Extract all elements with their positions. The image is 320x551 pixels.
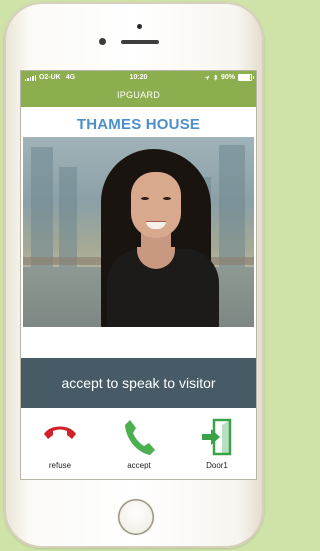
phone-frame: O2-UK 4G 10:20 90% IPGUARD THAMES HOUSE [4, 2, 264, 548]
home-button[interactable] [118, 499, 154, 535]
visitor-video-feed [23, 137, 254, 327]
call-status-banner: accept to speak to visitor [21, 358, 256, 408]
app-title: IPGUARD [116, 90, 161, 100]
battery-icon [238, 74, 254, 81]
location-arrow-icon [204, 75, 210, 80]
location-name: THAMES HOUSE [76, 116, 201, 133]
app-header: O2-UK 4G 10:20 90% IPGUARD [21, 71, 256, 107]
phone-icon [125, 420, 155, 455]
earpiece-speaker [121, 40, 159, 44]
refuse-button[interactable]: refuse [30, 418, 90, 474]
door1-label: Door1 [206, 461, 228, 470]
call-actions-bar: refuse accept Door1 [21, 408, 256, 479]
door-exit-icon [202, 418, 232, 456]
phone-screen: O2-UK 4G 10:20 90% IPGUARD THAMES HOUSE [21, 71, 256, 479]
accept-label: accept [127, 461, 151, 470]
door1-button[interactable]: Door1 [187, 418, 247, 474]
battery-percent: 90% [220, 74, 235, 81]
front-camera [99, 38, 106, 45]
accept-button[interactable]: accept [109, 418, 169, 474]
proximity-sensor [137, 24, 142, 29]
phone-hangup-icon [44, 426, 76, 439]
status-bar: O2-UK 4G 10:20 90% [21, 73, 256, 85]
bluetooth-icon [213, 74, 218, 81]
refuse-label: refuse [48, 461, 72, 470]
